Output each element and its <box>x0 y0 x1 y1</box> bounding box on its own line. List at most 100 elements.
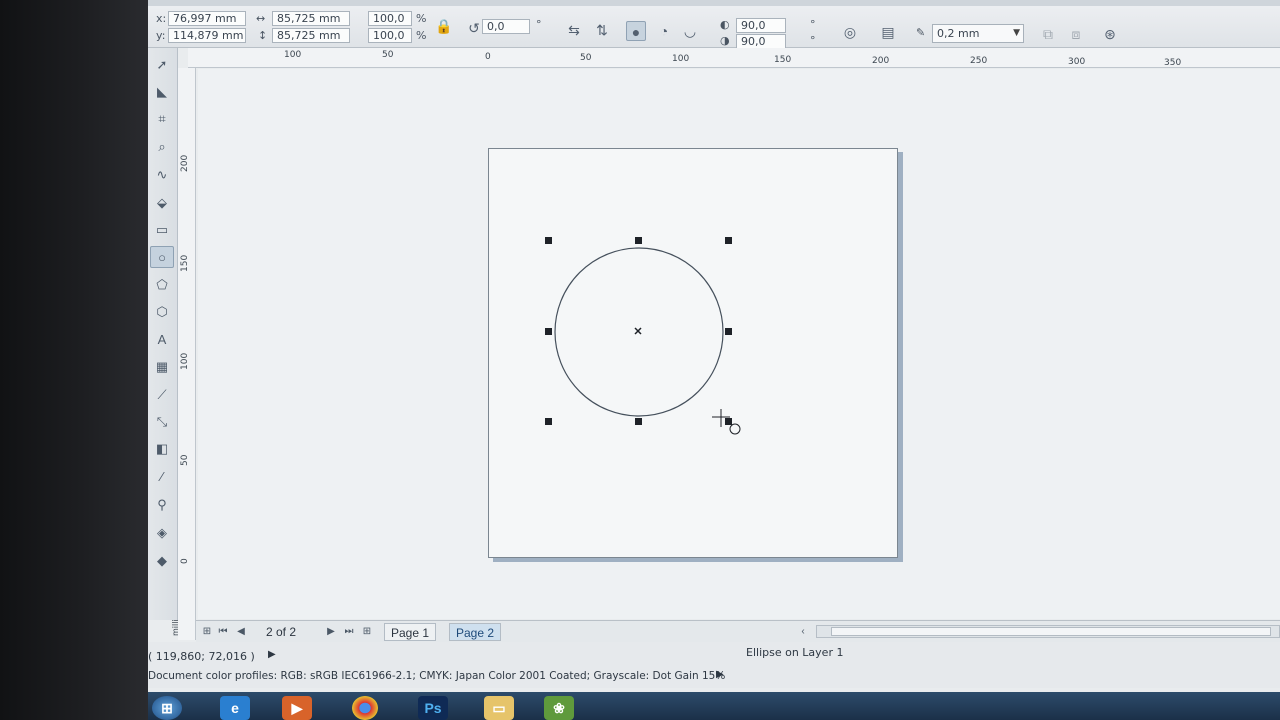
scale-y-field[interactable]: 100,0 <box>368 28 412 43</box>
outline-pen-icon: ✎ <box>916 26 926 39</box>
eyedropper-tool-icon[interactable]: ⁄ <box>150 466 174 488</box>
scale-x-percent: % <box>416 12 427 25</box>
page-counter: 2 of 2 <box>266 625 297 639</box>
fill-tool-icon[interactable]: ◈ <box>150 522 174 544</box>
ellipse-tool-icon[interactable]: ○ <box>150 246 174 268</box>
combine-icon[interactable]: ⧉ <box>1038 24 1058 44</box>
document-page[interactable] <box>488 148 898 558</box>
end-angle-field[interactable]: 90,0 <box>736 34 786 49</box>
windows-start-icon[interactable]: ⊞ <box>152 696 182 720</box>
ellipse-mode-icon[interactable]: ● <box>626 21 646 41</box>
mirror-vertical-icon[interactable]: ⇅ <box>592 20 612 40</box>
selected-ellipse-group <box>545 237 741 435</box>
direction-icon[interactable]: ◎ <box>840 22 860 42</box>
ruler-tick: 200 <box>180 154 190 172</box>
selection-handle[interactable] <box>725 418 732 425</box>
ruler-tick: 100 <box>284 50 302 60</box>
mesh-fill-tool-icon[interactable]: ◆ <box>150 550 174 572</box>
arc-mode-icon[interactable]: ◡ <box>680 21 700 41</box>
ruler-tick: 250 <box>970 56 988 66</box>
chevron-down-icon: ▼ <box>1013 28 1020 38</box>
page-navigator: ⊞ ⏮ ◀ 2 of 2 ▶ ⏭ ⊞ Page 1 Page 2 ‹ <box>196 620 1280 642</box>
start-angle-degree: ° <box>810 18 816 31</box>
outline-tool-icon[interactable]: ⚲ <box>150 494 174 516</box>
color-profiles-info[interactable]: Document color profiles: RGB: sRGB IEC61… <box>148 670 725 682</box>
polygon-tool-icon[interactable]: ⬠ <box>150 274 174 296</box>
page-tab-2[interactable]: Page 2 <box>449 623 502 641</box>
chrome-icon[interactable] <box>352 696 378 720</box>
vertical-ruler[interactable]: 200 150 100 50 0 millimeters <box>171 68 196 640</box>
ruler-tick: 200 <box>872 56 890 66</box>
width-field[interactable]: 85,725 mm <box>272 11 350 26</box>
height-field[interactable]: 85,725 mm <box>272 28 350 43</box>
ruler-tick: 0 <box>180 558 190 564</box>
dimension-tool-icon[interactable]: ⟋ <box>150 384 174 406</box>
x-label: x: <box>156 12 167 25</box>
ruler-tick: 100 <box>672 54 690 64</box>
selection-handle[interactable] <box>635 237 642 244</box>
coreldraw-window: x: 76,997 mm y: 114,879 mm ↔ 85,725 mm ↕… <box>148 0 1280 720</box>
start-angle-field[interactable]: 90,0 <box>736 18 786 33</box>
x-position-field[interactable]: 76,997 mm <box>168 11 246 26</box>
rotation-field[interactable]: 0,0 <box>482 19 530 34</box>
file-explorer-icon[interactable]: ▭ <box>484 696 514 720</box>
connector-tool-icon[interactable]: ⤡ <box>150 411 174 433</box>
outline-width-dropdown[interactable]: 0,2 mm ▼ <box>932 24 1024 43</box>
mirror-horizontal-icon[interactable]: ⇆ <box>564 20 584 40</box>
basic-shapes-tool-icon[interactable]: ⬡ <box>150 301 174 323</box>
selection-handle[interactable] <box>725 237 732 244</box>
ruler-tick: 50 <box>180 454 190 466</box>
drawing-canvas[interactable] <box>198 69 1280 619</box>
expand-arrow-icon[interactable]: ▶ <box>268 649 276 660</box>
scroll-left-icon[interactable]: ‹ <box>796 624 810 640</box>
media-player-icon[interactable]: ▶ <box>282 696 312 720</box>
selection-handle[interactable] <box>635 418 642 425</box>
page-tab-1[interactable]: Page 1 <box>384 623 437 641</box>
crop-tool-icon[interactable]: ⌗ <box>150 108 174 130</box>
scale-x-field[interactable]: 100,0 <box>368 11 412 26</box>
next-page-icon[interactable]: ▶ <box>324 624 338 640</box>
previous-page-icon[interactable]: ◀ <box>234 624 248 640</box>
horizontal-ruler[interactable]: 100 50 0 50 100 150 200 250 300 350 <box>188 48 1280 68</box>
shape-tool-icon[interactable]: ◣ <box>150 81 174 103</box>
pick-tool-icon[interactable]: ➚ <box>150 54 174 76</box>
interactive-fill-tool-icon[interactable]: ◧ <box>150 438 174 460</box>
rotation-degree: ° <box>536 18 542 31</box>
add-page-before-icon[interactable]: ⊞ <box>200 624 214 640</box>
selection-handle[interactable] <box>545 328 552 335</box>
selection-info: Ellipse on Layer 1 <box>746 646 844 659</box>
freehand-tool-icon[interactable]: ∿ <box>150 164 174 186</box>
break-apart-icon[interactable]: ⧈ <box>1066 24 1086 44</box>
ruler-tick: 100 <box>180 352 190 370</box>
convert-to-curves-icon[interactable]: ⊛ <box>1100 24 1120 44</box>
lock-ratio-icon[interactable]: 🔒 <box>434 16 454 36</box>
property-bar: x: 76,997 mm y: 114,879 mm ↔ 85,725 mm ↕… <box>148 0 1280 49</box>
selection-handle[interactable] <box>545 237 552 244</box>
scrollbar-thumb[interactable] <box>831 627 1271 636</box>
y-position-field[interactable]: 114,879 mm <box>168 28 246 43</box>
smart-fill-tool-icon[interactable]: ⬙ <box>150 192 174 214</box>
scale-y-percent: % <box>416 29 427 42</box>
pie-mode-icon[interactable]: ◔ <box>654 21 674 41</box>
color-profiles-arrow-icon[interactable]: ▶ <box>716 669 724 680</box>
zoom-tool-icon[interactable]: ⌕ <box>150 136 174 158</box>
ruler-tick: 300 <box>1068 57 1086 67</box>
table-tool-icon[interactable]: ▦ <box>150 356 174 378</box>
rectangle-tool-icon[interactable]: ▭ <box>150 219 174 241</box>
photoshop-icon[interactable]: Ps <box>418 696 448 720</box>
cursor-coordinates: ( 119,860; 72,016 ) <box>148 650 255 663</box>
text-tool-icon[interactable]: A <box>150 329 174 351</box>
selection-handle[interactable] <box>725 328 732 335</box>
height-icon: ↕ <box>258 29 268 42</box>
last-page-icon[interactable]: ⏭ <box>342 624 356 640</box>
first-page-icon[interactable]: ⏮ <box>216 624 230 640</box>
menu-strip <box>148 0 1280 6</box>
coreldraw-icon[interactable]: ❀ <box>544 696 574 720</box>
internet-explorer-icon[interactable]: e <box>220 696 250 720</box>
ruler-tick: 150 <box>774 55 792 65</box>
ruler-tick: 150 <box>180 254 190 272</box>
wrap-text-icon[interactable]: ▤ <box>878 22 898 42</box>
selection-handle[interactable] <box>545 418 552 425</box>
add-page-after-icon[interactable]: ⊞ <box>360 624 374 640</box>
horizontal-scrollbar[interactable] <box>816 625 1280 638</box>
